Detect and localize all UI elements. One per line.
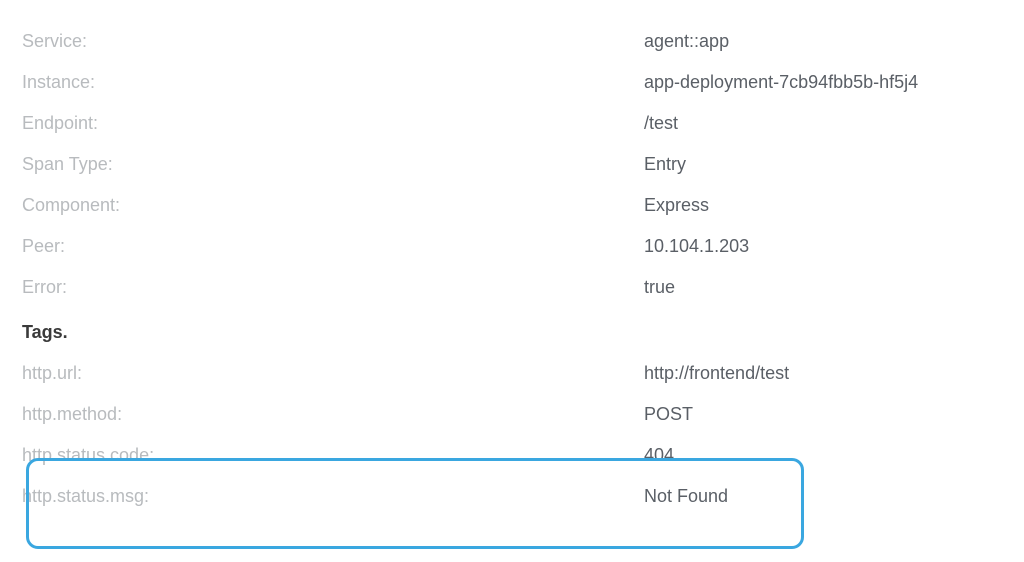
- label-endpoint: Endpoint:: [22, 110, 644, 137]
- value-span-type: Entry: [644, 151, 686, 178]
- tag-row-http-url: http.url: http://frontend/test: [22, 360, 1002, 387]
- label-http-status-msg: http.status.msg:: [22, 483, 644, 510]
- value-component: Express: [644, 192, 709, 219]
- label-instance: Instance:: [22, 69, 644, 96]
- label-http-url: http.url:: [22, 360, 644, 387]
- value-http-url: http://frontend/test: [644, 360, 789, 387]
- value-http-method: POST: [644, 401, 693, 428]
- detail-row-error: Error: true: [22, 274, 1002, 301]
- label-span-type: Span Type:: [22, 151, 644, 178]
- span-details-panel: Service: agent::app Instance: app-deploy…: [22, 28, 1002, 510]
- value-endpoint: /test: [644, 110, 678, 137]
- value-service: agent::app: [644, 28, 729, 55]
- detail-row-span-type: Span Type: Entry: [22, 151, 1002, 178]
- label-peer: Peer:: [22, 233, 644, 260]
- value-http-status-msg: Not Found: [644, 483, 728, 510]
- label-error: Error:: [22, 274, 644, 301]
- detail-row-instance: Instance: app-deployment-7cb94fbb5b-hf5j…: [22, 69, 1002, 96]
- tag-row-http-status-code: http.status.code: 404: [22, 442, 1002, 469]
- value-error: true: [644, 274, 675, 301]
- detail-row-endpoint: Endpoint: /test: [22, 110, 1002, 137]
- tag-row-http-status-msg: http.status.msg: Not Found: [22, 483, 1002, 510]
- label-http-status-code: http.status.code:: [22, 442, 644, 469]
- detail-row-peer: Peer: 10.104.1.203: [22, 233, 1002, 260]
- label-service: Service:: [22, 28, 644, 55]
- tag-row-http-method: http.method: POST: [22, 401, 1002, 428]
- detail-row-component: Component: Express: [22, 192, 1002, 219]
- tags-section-title: Tags.: [22, 319, 1002, 346]
- label-component: Component:: [22, 192, 644, 219]
- detail-row-service: Service: agent::app: [22, 28, 1002, 55]
- value-instance: app-deployment-7cb94fbb5b-hf5j4: [644, 69, 918, 96]
- value-peer: 10.104.1.203: [644, 233, 749, 260]
- value-http-status-code: 404: [644, 442, 674, 469]
- label-http-method: http.method:: [22, 401, 644, 428]
